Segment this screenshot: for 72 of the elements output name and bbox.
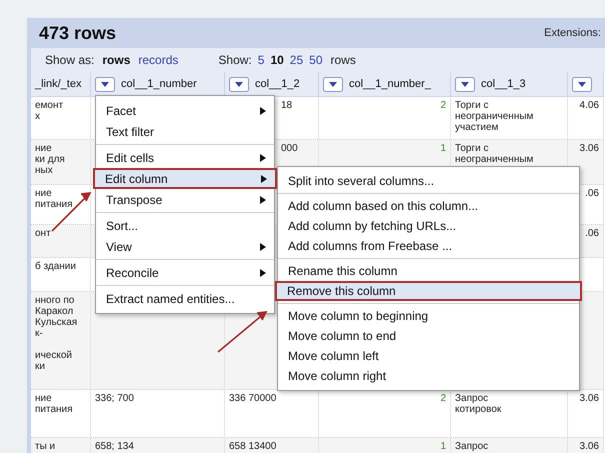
menu-item[interactable]: View [96, 236, 274, 257]
menu-item[interactable]: Remove this column [275, 281, 582, 301]
menu-item[interactable]: Move column right [278, 366, 579, 386]
menu-item[interactable]: Sort... [96, 215, 274, 236]
table-cell-text: нного по Каракол Кульская к- ической ки [35, 295, 78, 372]
page-size-link[interactable]: 10 [270, 51, 284, 69]
table-cell-text: ние питания [35, 393, 74, 415]
table-cell-text: онт [35, 228, 52, 239]
menu-item[interactable]: Split into several columns... [278, 171, 579, 191]
dropdown-icon[interactable] [229, 76, 249, 92]
view-mode-link[interactable]: rows [102, 51, 130, 69]
table-cell-text: 336 70000 [229, 393, 278, 404]
table-cell-text: б здании [35, 261, 77, 272]
menu-item[interactable]: Move column to beginning [278, 306, 579, 326]
menu-item[interactable]: Rename this column [278, 261, 579, 281]
page-size-link[interactable]: 5 [258, 51, 264, 69]
page-size-link[interactable]: 25 [290, 51, 304, 69]
menu-item[interactable]: Add column by fetching URLs... [278, 216, 579, 236]
table-cell-text: 336; 700 [95, 393, 135, 404]
caret-icon [260, 268, 266, 276]
table-cell-text: 1 [439, 441, 446, 452]
table-cell-text: Запрос [455, 441, 490, 452]
table-cell-text: 4.06 [578, 100, 599, 111]
table-cell-text: ние ки для ных [35, 143, 66, 176]
caret-icon [260, 242, 266, 250]
menu-item[interactable]: Move column left [278, 346, 579, 366]
menu-item[interactable]: Extract named entities... [96, 288, 274, 309]
column-header[interactable]: col__1_3 [451, 72, 568, 96]
table-cell-text: ние питания [35, 188, 74, 210]
table-cell-text: .06 [584, 228, 599, 239]
show-as-label: Show as: [45, 52, 94, 69]
table-cell-text: 1 [439, 143, 446, 154]
menu-item[interactable]: Move column to end [278, 326, 579, 346]
rows-label: rows [330, 52, 356, 69]
menu-item[interactable]: Add columns from Freebase ... [278, 236, 579, 256]
table-cell-text: 2 [439, 393, 446, 404]
caret-icon [261, 174, 267, 182]
extensions-label: Extensions: [544, 26, 601, 41]
dropdown-icon[interactable] [323, 76, 343, 92]
caret-icon [260, 106, 266, 114]
row-count-title: 473 rows [39, 22, 116, 44]
table-cell-text: Торги с неограниченным [455, 143, 534, 165]
dropdown-icon[interactable] [455, 76, 475, 92]
table-cell-text: Запрос котировок [455, 393, 502, 415]
table-cell-text: ты и [35, 441, 56, 452]
caret-icon [260, 196, 266, 204]
table-cell-text: емонт х [35, 100, 64, 122]
table-cell-text: 3.06 [578, 441, 599, 452]
column-header[interactable]: _link/_tex [31, 72, 91, 96]
view-mode-link[interactable]: records [138, 51, 178, 69]
table-cell-text: .06 [584, 188, 599, 199]
menu-item[interactable]: Facet [96, 100, 274, 121]
menu-item[interactable]: Edit cells [96, 147, 274, 168]
menu-item[interactable]: Transpose [96, 189, 274, 210]
table-cell-text: 3.06 [578, 393, 599, 404]
show-label: Show: [218, 52, 252, 69]
menu-item[interactable]: Edit column [93, 168, 277, 189]
caret-icon [260, 154, 266, 162]
menu-item[interactable]: Add column based on this column... [278, 196, 579, 216]
page-size-link[interactable]: 50 [309, 51, 323, 69]
table-cell-text: 2 [439, 100, 446, 111]
table-cell-text: 000 [281, 143, 299, 154]
dropdown-icon[interactable] [95, 76, 115, 92]
table-cell-text: 18 [281, 100, 294, 111]
column-header[interactable]: col__1_number_ [319, 72, 451, 96]
table-cell-text: 3.06 [578, 143, 599, 154]
menu-item[interactable]: Reconcile [96, 262, 274, 283]
menu-item[interactable]: Text filter [96, 121, 274, 142]
dropdown-icon[interactable] [572, 76, 592, 92]
table-cell-text: Торги с неограниченным участием [455, 100, 534, 133]
table-cell-text: 658 13400 [229, 441, 278, 452]
table-cell-text: 658; 134 [95, 441, 135, 452]
